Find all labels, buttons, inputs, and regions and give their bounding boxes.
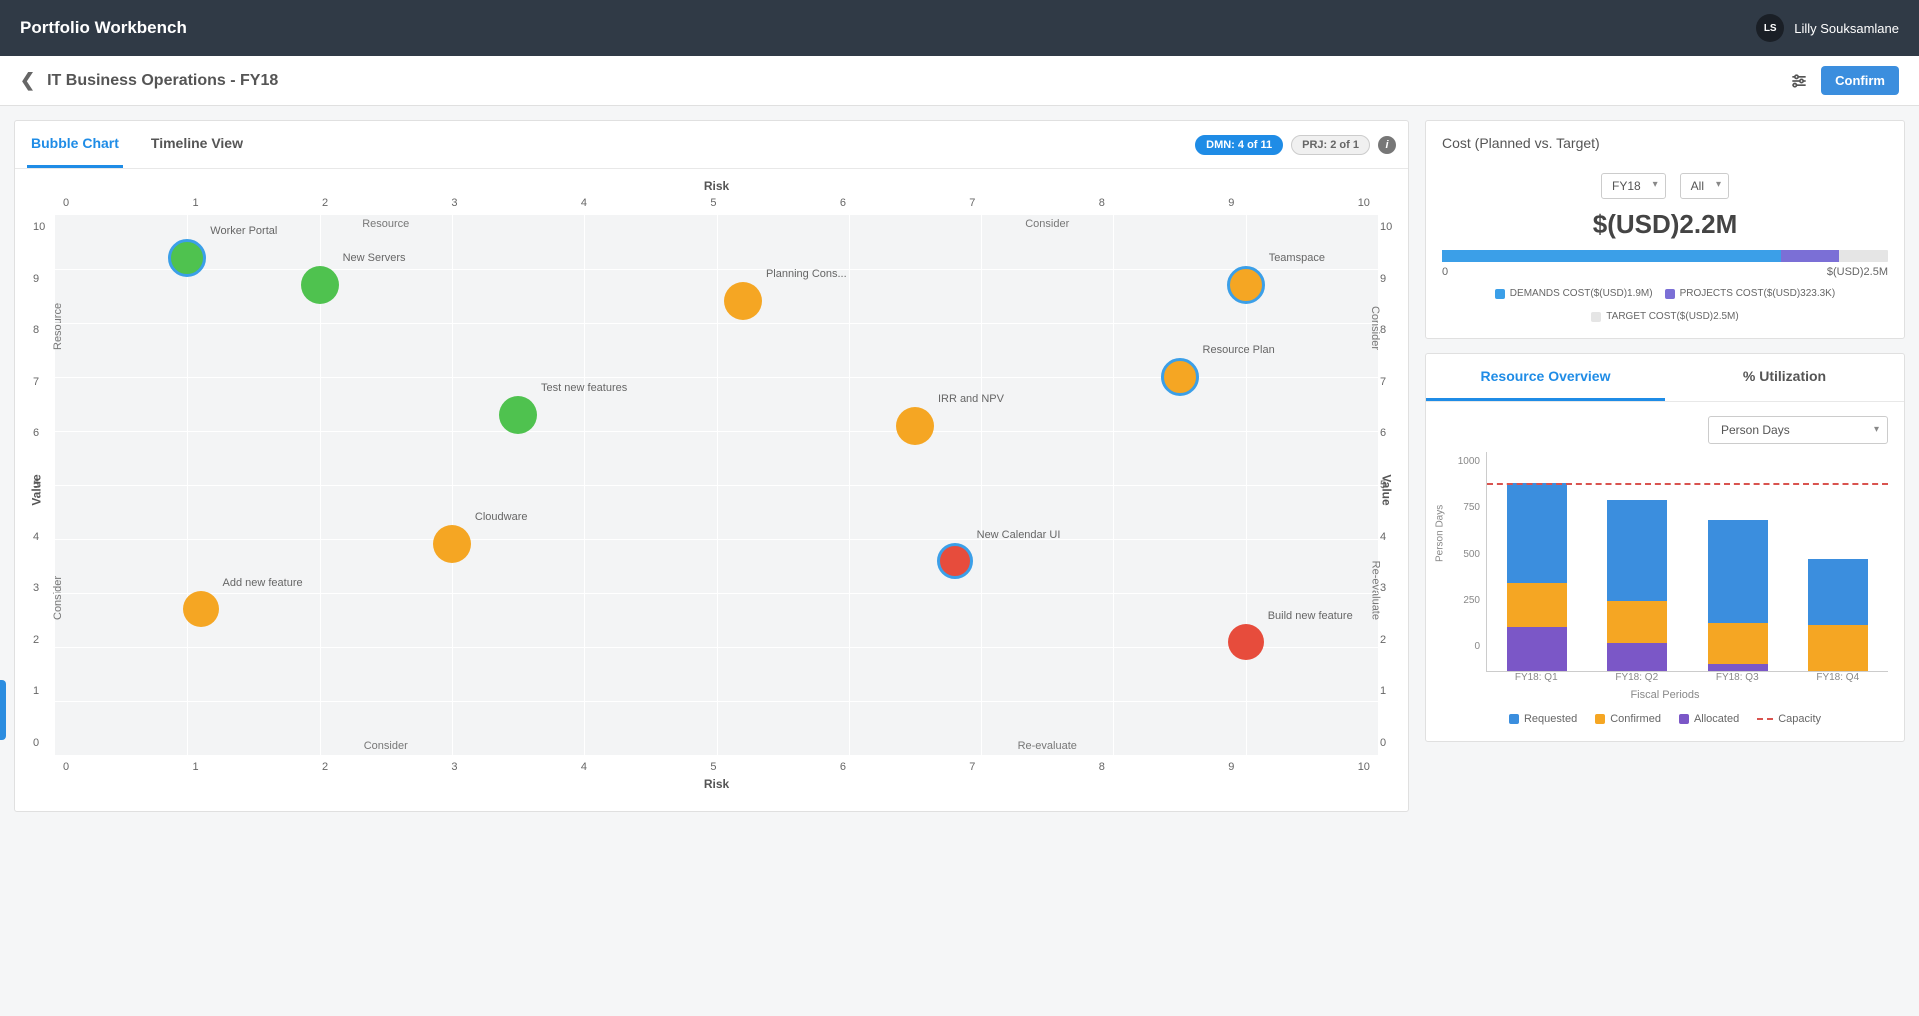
- all-select[interactable]: All: [1680, 173, 1729, 199]
- bubble-point[interactable]: [1228, 624, 1264, 660]
- bar-y-ticks: 10007505002500: [1442, 452, 1486, 672]
- cost-total: $(USD)2.2M: [1442, 209, 1888, 240]
- legend-confirmed: Confirmed: [1595, 713, 1661, 725]
- back-chevron-icon[interactable]: ❮: [20, 70, 35, 91]
- app-title: Portfolio Workbench: [20, 18, 187, 38]
- side-label-tr: Consider: [1369, 306, 1381, 350]
- quadrant-label-tl: Resource: [362, 218, 409, 230]
- bubble-label: Cloudware: [475, 511, 528, 523]
- legend-allocated: Allocated: [1679, 713, 1739, 725]
- x-axis-label-top: Risk: [55, 179, 1378, 193]
- breadcrumb: IT Business Operations - FY18: [47, 72, 278, 90]
- tab-timeline-view[interactable]: Timeline View: [147, 121, 247, 168]
- legend-demands: DEMANDS COST($(USD)1.9M): [1495, 288, 1653, 299]
- side-handle[interactable]: [0, 680, 6, 740]
- bubble-label: Planning Cons...: [766, 268, 847, 280]
- x-ticks-bottom: 012345678910: [55, 761, 1378, 773]
- legend-capacity: Capacity: [1757, 713, 1821, 725]
- bar-x-ticks: FY18: Q1FY18: Q2FY18: Q3FY18: Q4: [1486, 672, 1888, 683]
- bubble-point[interactable]: [301, 266, 339, 304]
- legend-projects: PROJECTS COST($(USD)323.3K): [1665, 288, 1836, 299]
- plot-area[interactable]: Resource Consider Consider Re-evaluate R…: [55, 215, 1378, 755]
- quadrant-label-tr: Consider: [1025, 218, 1069, 230]
- bubble-point[interactable]: [499, 396, 537, 434]
- bubble-point[interactable]: [896, 407, 934, 445]
- bar-plot: [1486, 452, 1888, 672]
- bubble-point[interactable]: [1227, 266, 1265, 304]
- cost-panel: Cost (Planned vs. Target) FY18 All $(USD…: [1425, 120, 1905, 339]
- capacity-line: [1487, 483, 1888, 485]
- bubble-label: New Servers: [343, 252, 406, 264]
- y-ticks-right: 109876543210: [1380, 221, 1400, 749]
- x-ticks-top: 012345678910: [55, 197, 1378, 209]
- side-label-br: Re-evaluate: [1369, 561, 1381, 620]
- bar-x-axis-label: Fiscal Periods: [1442, 689, 1888, 701]
- y-ticks-left: 109876543210: [33, 221, 53, 749]
- side-label-bl: Consider: [52, 576, 64, 620]
- avatar: LS: [1756, 14, 1784, 42]
- bubble-label: IRR and NPV: [938, 393, 1004, 405]
- bubble-point[interactable]: [168, 239, 206, 277]
- tab-resource-overview[interactable]: Resource Overview: [1426, 354, 1665, 401]
- user-menu[interactable]: LS Lilly Souksamlane: [1756, 14, 1899, 42]
- x-axis-label-bottom: Risk: [55, 777, 1378, 791]
- info-icon[interactable]: i: [1378, 136, 1396, 154]
- bubble-point[interactable]: [1161, 358, 1199, 396]
- bubble-label: Teamspace: [1269, 252, 1325, 264]
- cost-axis-max: $(USD)2.5M: [1827, 266, 1888, 278]
- subbar: ❮ IT Business Operations - FY18 Confirm: [0, 56, 1919, 106]
- bubble-label: Test new features: [541, 382, 627, 394]
- topbar: Portfolio Workbench LS Lilly Souksamlane: [0, 0, 1919, 56]
- bubble-label: Worker Portal: [210, 225, 277, 237]
- bubble-chart-panel: Bubble Chart Timeline View DMN: 4 of 11 …: [14, 120, 1409, 812]
- quadrant-label-br: Re-evaluate: [1018, 740, 1077, 752]
- unit-select[interactable]: Person Days: [1708, 416, 1888, 444]
- bubble-chart: Risk 012345678910 Value Value 1098765432…: [15, 169, 1408, 811]
- bubble-label: Resource Plan: [1203, 344, 1275, 356]
- bubble-point[interactable]: [183, 591, 219, 627]
- bubble-label: New Calendar UI: [977, 529, 1061, 541]
- bubble-point[interactable]: [724, 282, 762, 320]
- bubble-label: Build new feature: [1268, 610, 1353, 622]
- resource-panel: Resource Overview % Utilization Person D…: [1425, 353, 1905, 742]
- tab-utilization[interactable]: % Utilization: [1665, 354, 1904, 401]
- quadrant-label-bl: Consider: [364, 740, 408, 752]
- cost-panel-title: Cost (Planned vs. Target): [1426, 121, 1904, 165]
- settings-icon[interactable]: [1789, 71, 1809, 91]
- bubble-point[interactable]: [937, 543, 973, 579]
- prj-badge[interactable]: PRJ: 2 of 1: [1291, 135, 1370, 155]
- legend-target: TARGET COST($(USD)2.5M): [1591, 311, 1738, 322]
- legend-requested: Requested: [1509, 713, 1577, 725]
- dmn-badge[interactable]: DMN: 4 of 11: [1195, 135, 1283, 155]
- cost-axis-min: 0: [1442, 266, 1448, 278]
- side-label-tl: Resource: [52, 303, 64, 350]
- bubble-label: Add new feature: [223, 577, 303, 589]
- fy-select[interactable]: FY18: [1601, 173, 1666, 199]
- cost-bar: [1442, 250, 1888, 262]
- confirm-button[interactable]: Confirm: [1821, 66, 1899, 95]
- user-name: Lilly Souksamlane: [1794, 21, 1899, 36]
- bubble-point[interactable]: [433, 525, 471, 563]
- tab-bubble-chart[interactable]: Bubble Chart: [27, 121, 123, 168]
